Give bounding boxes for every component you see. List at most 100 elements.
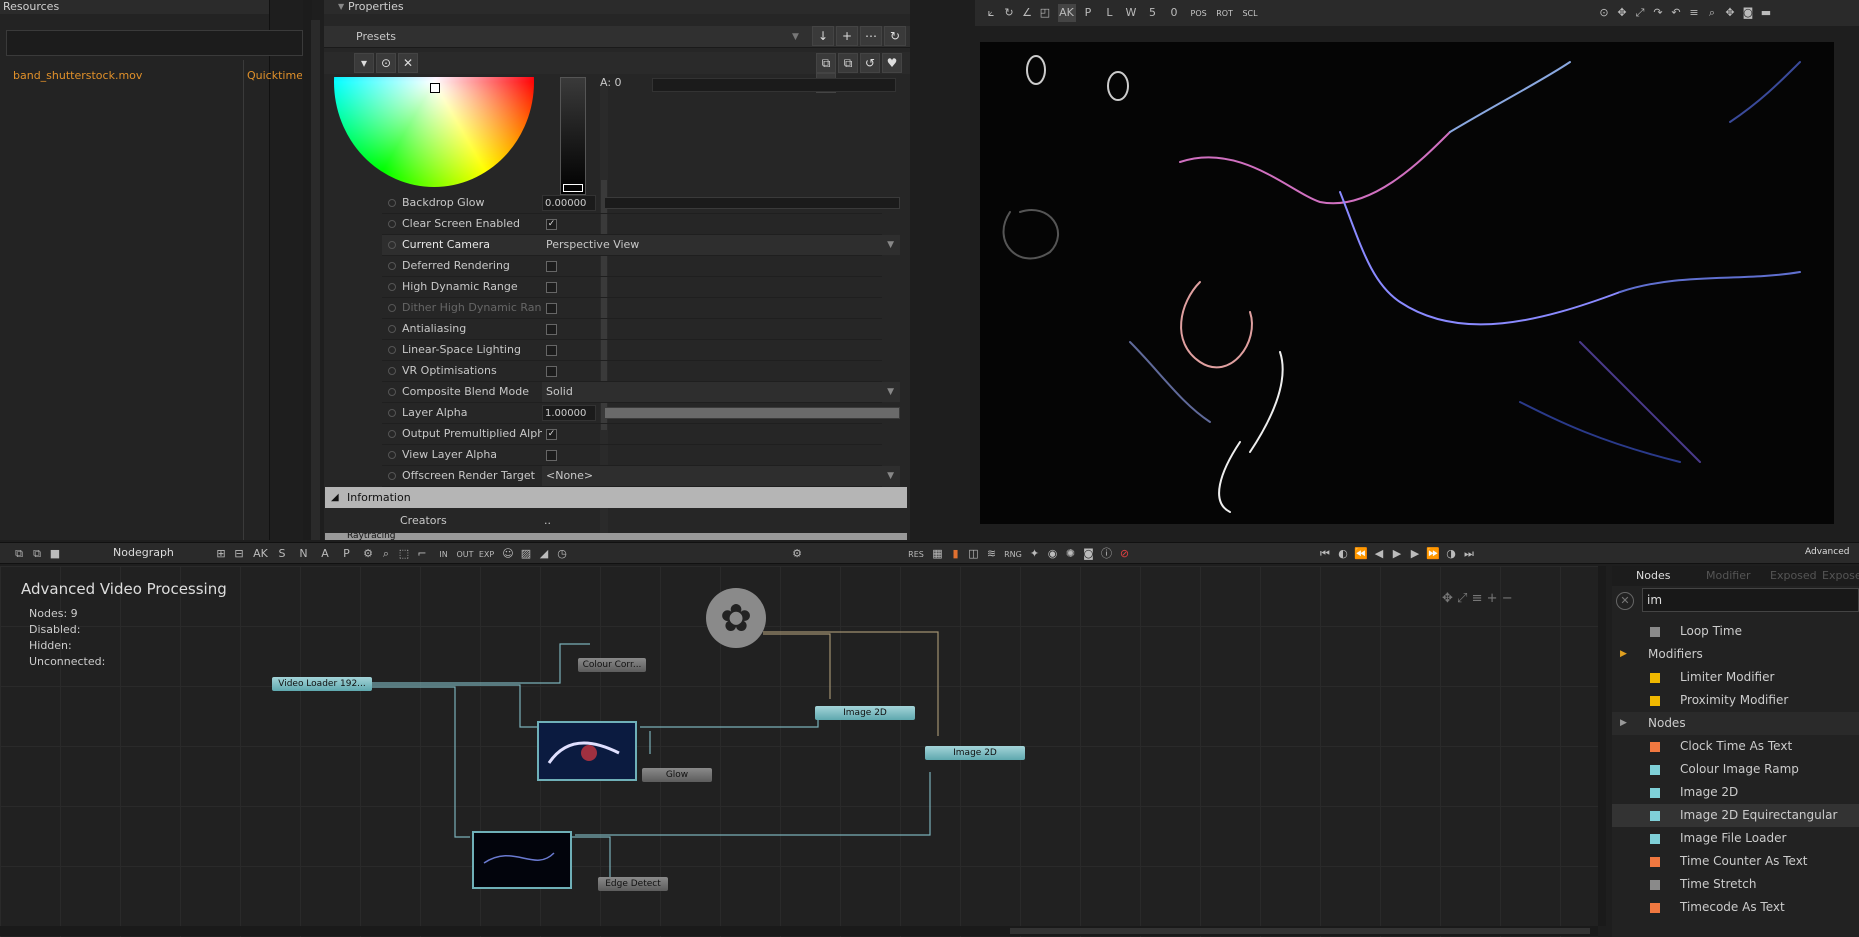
keyframe-icon[interactable]	[388, 409, 396, 417]
render-icon[interactable]: ◉	[1044, 545, 1062, 563]
property-checkbox[interactable]	[546, 366, 557, 377]
lock-rot[interactable]: ROT	[1216, 9, 1233, 18]
fx-icon[interactable]: ✦	[1026, 545, 1044, 563]
clock-icon[interactable]: ◷	[553, 545, 571, 563]
presets-dropdown-icon[interactable]: ▼	[792, 32, 799, 42]
ak-button[interactable]: AK	[1057, 4, 1076, 22]
lock-scl[interactable]: SCL	[1242, 9, 1257, 18]
layers-icon[interactable]: ≋	[983, 545, 1001, 563]
information-section[interactable]: ◢ Information	[325, 487, 907, 508]
filter-icon[interactable]: ▾	[354, 53, 374, 73]
property-value[interactable]	[542, 445, 882, 465]
property-value[interactable]: Solid ▼	[542, 382, 900, 402]
render-viewer[interactable]	[980, 42, 1834, 524]
resources-search-input[interactable]	[6, 30, 303, 56]
property-number-field[interactable]: 0.00000	[542, 195, 596, 211]
search-icon[interactable]: ⌕	[377, 545, 395, 563]
align-icon[interactable]: ≡	[1472, 591, 1483, 606]
last-frame-icon[interactable]: ⏭	[1460, 545, 1478, 563]
nodegraph-hscroll[interactable]	[0, 926, 1598, 936]
colour-wheel[interactable]	[334, 77, 534, 189]
zero-button[interactable]: 0	[1165, 4, 1183, 22]
group-icon[interactable]: ⊞	[212, 545, 230, 563]
property-value[interactable]: Perspective View ▼	[542, 235, 900, 255]
keyframe-icon[interactable]	[388, 367, 396, 375]
redo-icon[interactable]: ↷	[1649, 4, 1667, 22]
advanced-toggle[interactable]: Advanced	[1805, 547, 1849, 557]
keyframe-icon[interactable]	[388, 451, 396, 459]
keyframe-icon[interactable]	[388, 388, 396, 396]
keyframe-icon[interactable]	[388, 430, 396, 438]
lock-pos[interactable]: POS	[1191, 9, 1207, 18]
library-item[interactable]: Image File Loader	[1612, 827, 1859, 850]
collapse-icon[interactable]: ▼	[338, 0, 344, 14]
property-slider[interactable]	[604, 407, 900, 419]
zoom-icon[interactable]: ⌕	[1703, 4, 1721, 22]
scene-root-gear-icon[interactable]: ✿	[706, 588, 766, 648]
ramp-icon[interactable]: ◢	[535, 545, 553, 563]
video-loader-node[interactable]: Video Loader 192...	[272, 677, 372, 691]
link-icon[interactable]: ⌐	[413, 545, 431, 563]
tab-nodes[interactable]: Nodes	[1636, 569, 1670, 582]
clear-search-icon[interactable]: ✕	[1616, 592, 1634, 610]
nodegraph-vscroll[interactable]	[1598, 566, 1606, 926]
vr-icon[interactable]: ◙	[1080, 545, 1098, 563]
cube-icon[interactable]: ◫	[965, 545, 983, 563]
image-2d-node-b[interactable]: Image 2D	[925, 746, 1025, 760]
rotate-icon[interactable]: ↻	[1000, 4, 1018, 22]
layout-c-icon[interactable]: ■	[46, 545, 64, 563]
nodegraph-tab[interactable]: Nodegraph	[113, 546, 174, 559]
nodegraph-canvas[interactable]: Advanced Video Processing Nodes: 9 Disab…	[0, 566, 1606, 937]
p-tool[interactable]: P	[338, 545, 356, 563]
pan-icon[interactable]: ✥	[1442, 591, 1453, 606]
colour-correct-node[interactable]: Colour Corr...	[578, 658, 646, 672]
zoom-out-icon[interactable]: −	[1502, 591, 1513, 606]
undo-icon[interactable]: ↶	[1667, 4, 1685, 22]
property-dropdown[interactable]: <None> ▼	[542, 466, 900, 486]
in-tool[interactable]: IN	[435, 546, 453, 564]
property-value[interactable]: 1.00000	[542, 403, 900, 423]
res-tool[interactable]: RES	[907, 546, 925, 564]
move-icon[interactable]: ✥	[1613, 4, 1631, 22]
camera-icon[interactable]: ◙	[1739, 4, 1757, 22]
expand-icon[interactable]: ◢	[331, 487, 339, 508]
keyframe-icon[interactable]	[388, 283, 396, 291]
property-dropdown[interactable]: Perspective View ▼	[542, 235, 900, 255]
fast-forward-icon[interactable]: ⏩	[1424, 545, 1442, 563]
expanded-icon[interactable]: ▶	[1620, 643, 1627, 666]
collapsed-icon[interactable]: ▶	[1620, 712, 1627, 735]
brightness-bar[interactable]	[560, 77, 586, 195]
stop-icon[interactable]: ⊘	[1116, 545, 1134, 563]
property-value[interactable]: ✓	[542, 214, 882, 234]
keyframe-icon[interactable]	[388, 262, 396, 270]
keyframe-icon[interactable]	[388, 325, 396, 333]
keyframe-icon[interactable]	[388, 304, 396, 312]
target-icon[interactable]: ⊙	[1595, 4, 1613, 22]
select-icon[interactable]: ⬚	[395, 545, 413, 563]
library-item[interactable]: Proximity Modifier	[1612, 689, 1859, 712]
library-item[interactable]: Image 2D	[1612, 781, 1859, 804]
download-icon[interactable]: ↓	[812, 26, 834, 46]
properties-scrollbar-left[interactable]	[311, 20, 320, 540]
tab-exposed-2[interactable]: Exposed	[1822, 569, 1859, 582]
step-forward-icon[interactable]: ▶	[1406, 545, 1424, 563]
out-tool[interactable]: OUT	[456, 546, 474, 564]
property-checkbox[interactable]	[546, 261, 557, 272]
clear-icon[interactable]: ✕	[398, 53, 418, 73]
raytracing-section[interactable]: Raytracing	[325, 533, 907, 540]
keyframe-icon[interactable]	[388, 199, 396, 207]
s-tool[interactable]: S	[273, 545, 291, 563]
copy-icon[interactable]: ⧉	[816, 53, 836, 73]
property-checkbox[interactable]	[546, 303, 557, 314]
colour-picker-handle[interactable]	[430, 83, 440, 93]
light-icon[interactable]: ✺	[1062, 545, 1080, 563]
zoom-in-icon[interactable]: +	[1487, 591, 1498, 606]
edge-detect-node[interactable]: Edge Detect	[598, 877, 668, 891]
axis-icon[interactable]: ⟀	[982, 4, 1000, 22]
layout-b-icon[interactable]: ⧉	[28, 545, 46, 563]
fit-icon[interactable]: ⤢	[1457, 591, 1467, 606]
keyframe-icon[interactable]	[388, 241, 396, 249]
property-checkbox[interactable]: ✓	[546, 219, 557, 230]
creators-value[interactable]: ..	[544, 510, 551, 531]
library-item[interactable]: Loop Time	[1612, 620, 1859, 643]
